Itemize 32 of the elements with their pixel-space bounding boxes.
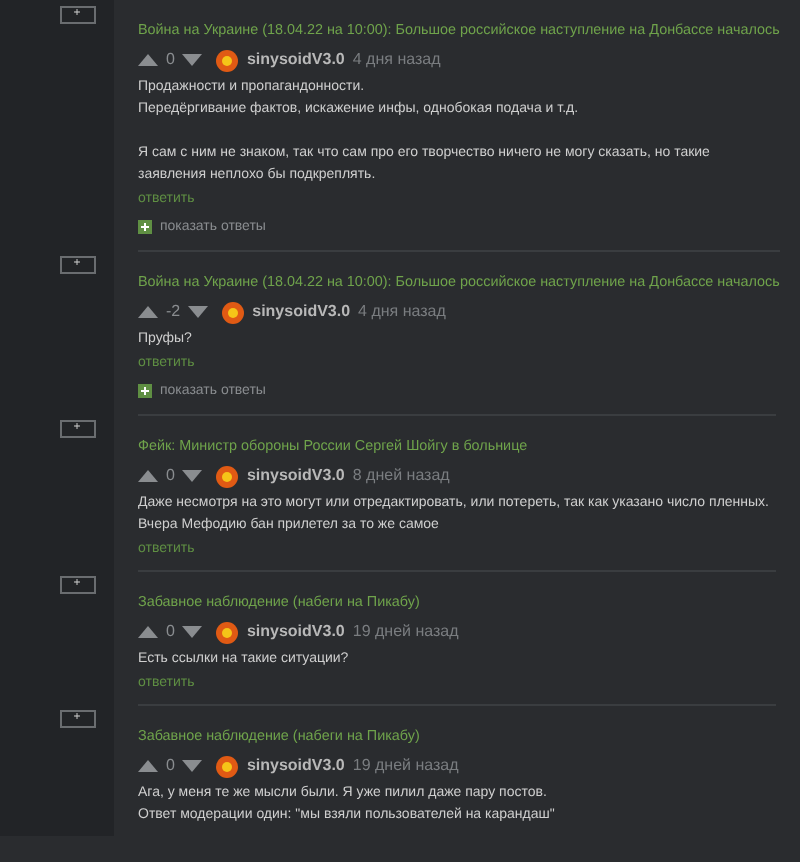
downvote-icon[interactable] — [188, 306, 209, 318]
comment-date: 19 дней назад — [352, 754, 459, 778]
comment-date: 19 дней назад — [352, 620, 459, 644]
score: 0 — [166, 48, 175, 72]
avatar-icon — [216, 465, 239, 487]
upvote-icon[interactable] — [138, 760, 158, 772]
username[interactable]: sinysoidV3.0 — [246, 754, 345, 778]
username[interactable]: sinysoidV3.0 — [246, 48, 345, 72]
score: -2 — [166, 300, 181, 324]
downvote-icon[interactable] — [182, 760, 203, 772]
downvote-icon[interactable] — [182, 470, 203, 482]
score: 0 — [166, 620, 175, 644]
downvote-icon[interactable] — [182, 54, 203, 66]
avatar-icon — [216, 49, 239, 71]
avatar-icon — [216, 755, 239, 777]
upvote-icon[interactable] — [138, 54, 158, 66]
username[interactable]: sinysoidV3.0 — [252, 300, 351, 324]
expand-icon[interactable] — [138, 384, 152, 398]
downvote-icon[interactable] — [182, 626, 203, 638]
expand-icon[interactable] — [138, 220, 152, 234]
score: 0 — [166, 754, 175, 778]
upvote-icon[interactable] — [138, 470, 158, 482]
comment-date: 4 дня назад — [358, 300, 446, 324]
avatar-icon — [222, 301, 245, 323]
upvote-icon[interactable] — [138, 626, 158, 638]
avatar-icon — [216, 621, 239, 643]
username[interactable]: sinysoidV3.0 — [246, 620, 345, 644]
comment-date: 4 дня назад — [352, 48, 441, 72]
comment-date: 8 дней назад — [352, 464, 450, 488]
username[interactable]: sinysoidV3.0 — [246, 464, 345, 488]
score: 0 — [166, 464, 175, 488]
upvote-icon[interactable] — [138, 306, 158, 318]
